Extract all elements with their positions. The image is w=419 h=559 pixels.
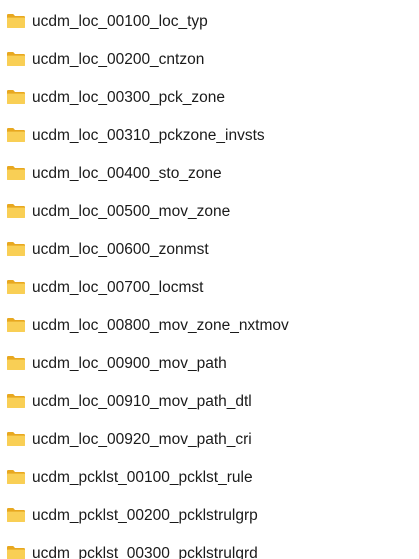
folder-icon [6,165,26,181]
folder-icon [6,127,26,143]
folder-icon [6,51,26,67]
file-name: ucdm_loc_00700_locmst [32,279,204,297]
folder-icon [6,469,26,485]
file-row[interactable]: ucdm_loc_00300_pck_zone [0,78,419,116]
file-row[interactable]: ucdm_pcklst_00200_pcklstrulgrp [0,496,419,534]
file-row[interactable]: ucdm_pcklst_00100_pcklst_rule [0,458,419,496]
file-row[interactable]: ucdm_loc_00100_loc_typ [0,2,419,40]
folder-icon [6,545,26,559]
folder-icon [6,317,26,333]
file-name: ucdm_loc_00920_mov_path_cri [32,431,252,449]
file-name: ucdm_loc_00400_sto_zone [32,165,222,183]
folder-icon [6,203,26,219]
file-row[interactable]: ucdm_loc_00310_pckzone_invsts [0,116,419,154]
file-row[interactable]: ucdm_loc_00200_cntzon [0,40,419,78]
folder-icon [6,431,26,447]
file-name: ucdm_pcklst_00300_pcklstrulgrd [32,545,258,559]
folder-icon [6,279,26,295]
file-name: ucdm_loc_00900_mov_path [32,355,227,373]
file-name: ucdm_loc_00100_loc_typ [32,13,208,31]
file-row[interactable]: ucdm_loc_00600_zonmst [0,230,419,268]
file-row[interactable]: ucdm_loc_00910_mov_path_dtl [0,382,419,420]
file-name: ucdm_loc_00800_mov_zone_nxtmov [32,317,289,335]
file-row[interactable]: ucdm_loc_00500_mov_zone [0,192,419,230]
file-row[interactable]: ucdm_loc_00920_mov_path_cri [0,420,419,458]
folder-icon [6,393,26,409]
folder-icon [6,507,26,523]
file-row[interactable]: ucdm_loc_00400_sto_zone [0,154,419,192]
file-name: ucdm_loc_00500_mov_zone [32,203,231,221]
folder-icon [6,241,26,257]
file-row[interactable]: ucdm_loc_00900_mov_path [0,344,419,382]
file-row[interactable]: ucdm_loc_00800_mov_zone_nxtmov [0,306,419,344]
file-row[interactable]: ucdm_pcklst_00300_pcklstrulgrd [0,534,419,559]
file-list: ucdm_loc_00100_loc_typ ucdm_loc_00200_cnt… [0,2,419,559]
file-name: ucdm_loc_00910_mov_path_dtl [32,393,252,411]
folder-icon [6,89,26,105]
file-name: ucdm_loc_00300_pck_zone [32,89,226,107]
folder-icon [6,13,26,29]
file-name: ucdm_pcklst_00100_pcklst_rule [32,469,253,487]
file-name: ucdm_loc_00200_cntzon [32,51,205,69]
file-name: ucdm_pcklst_00200_pcklstrulgrp [32,507,258,525]
folder-icon [6,355,26,371]
file-name: ucdm_loc_00600_zonmst [32,241,209,259]
file-name: ucdm_loc_00310_pckzone_invsts [32,127,265,145]
file-row[interactable]: ucdm_loc_00700_locmst [0,268,419,306]
